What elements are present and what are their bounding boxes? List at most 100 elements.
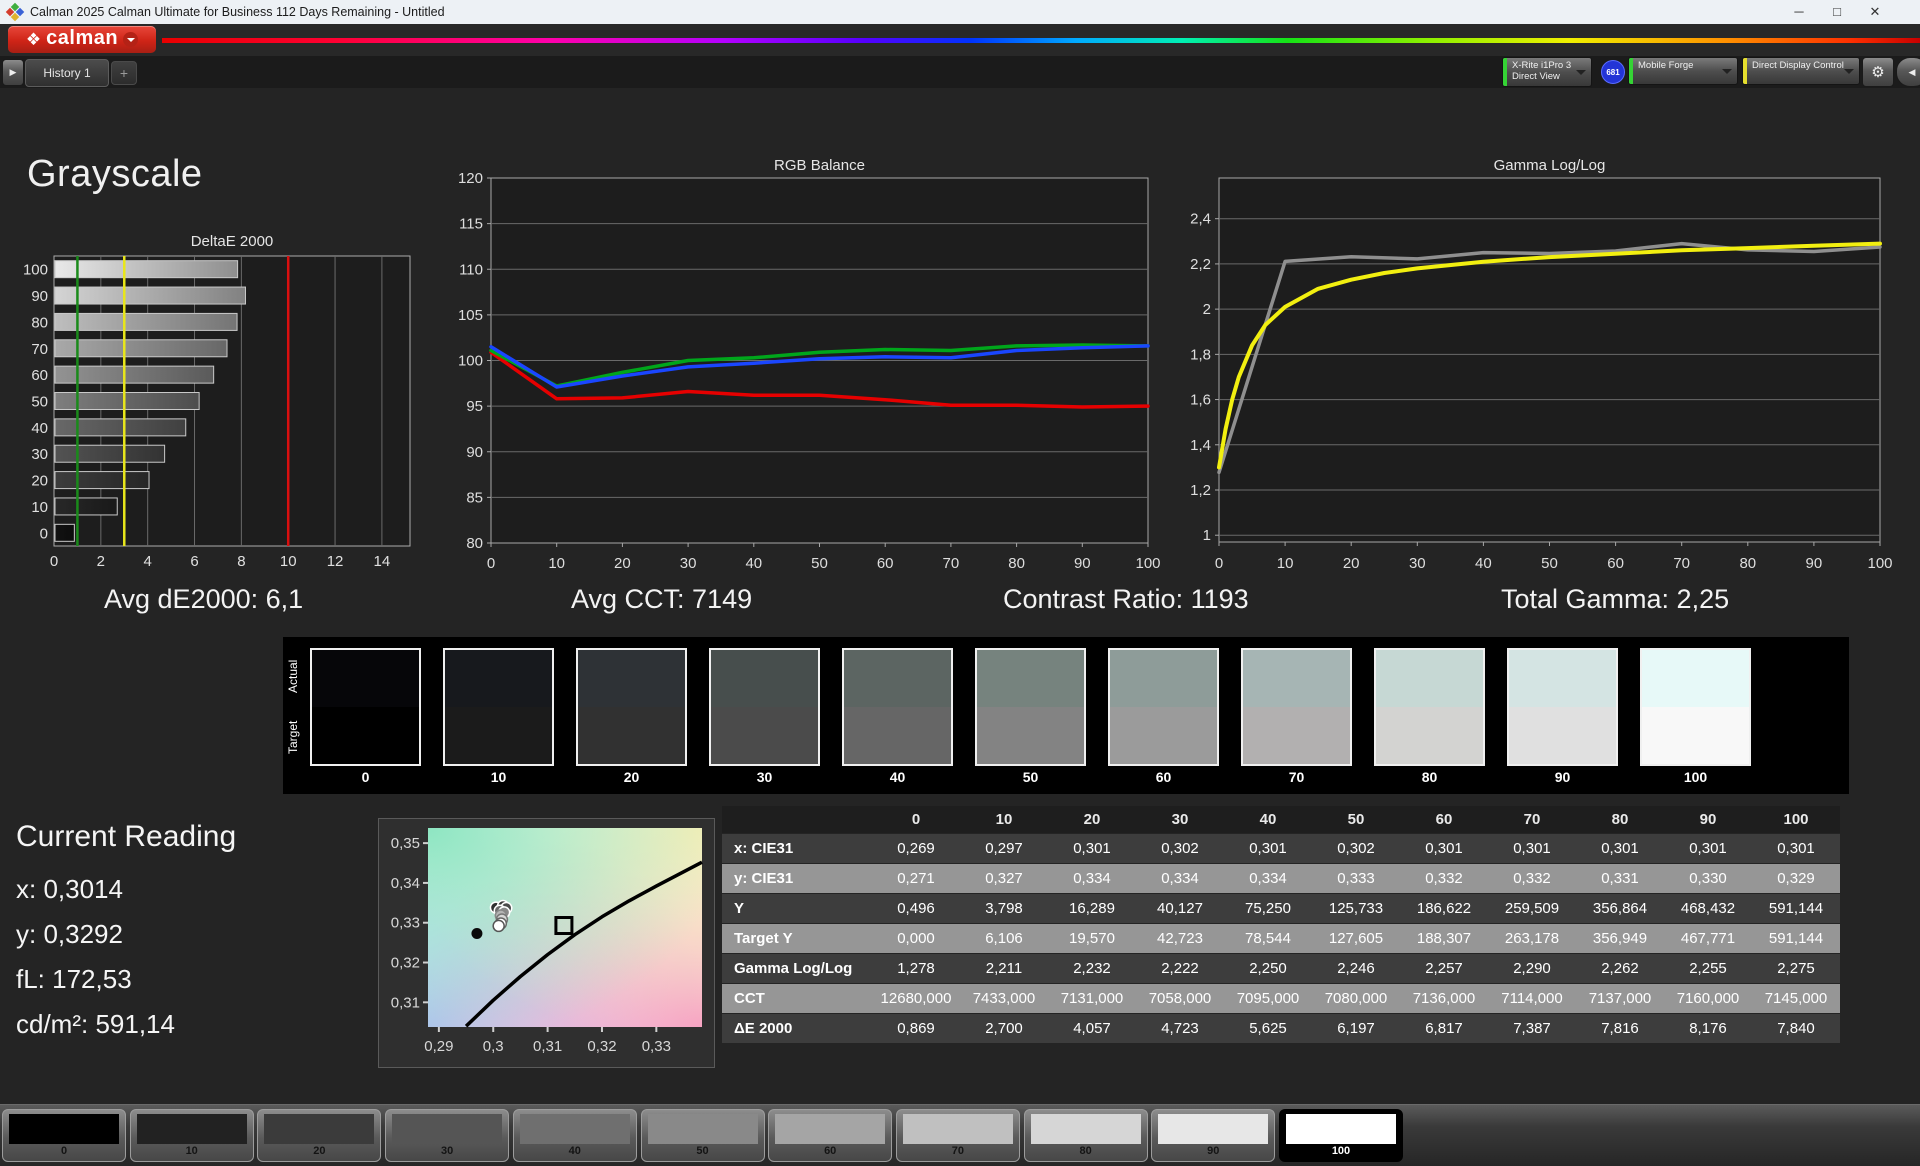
table-cell: 2,255 <box>1689 960 1727 977</box>
pattern-button-60[interactable]: 60 <box>768 1109 893 1162</box>
chart-text: DeltaE 2000 <box>191 233 274 250</box>
pattern-button-100[interactable]: 100 <box>1279 1109 1403 1162</box>
chart-text: 50 <box>1541 555 1558 572</box>
table-cell: 0,302 <box>1337 840 1375 857</box>
pattern-button-70[interactable]: 70 <box>895 1109 1020 1162</box>
table-column-header: 10 <box>995 811 1013 828</box>
chart-text: 0,31 <box>533 1038 562 1055</box>
swatch-target <box>1642 707 1749 764</box>
swatch-target <box>977 707 1084 764</box>
swatch-actual <box>977 650 1084 707</box>
maximize-button[interactable]: □ <box>1820 0 1854 24</box>
deltae-bar-20 <box>54 471 150 490</box>
swatch-level-label: 0 <box>361 769 370 785</box>
calman-logo-menu[interactable]: ❖ calman <box>8 26 156 53</box>
chart-text: 90 <box>31 288 48 305</box>
calman-app-window: Calman 2025 Calman Ultimate for Business… <box>0 0 1920 1166</box>
add-tab-button[interactable]: + <box>111 61 137 85</box>
display-control-name: Direct Display Control <box>1752 60 1844 71</box>
table-cell: 0,329 <box>1777 870 1815 887</box>
table-cell: 2,211 <box>985 960 1023 977</box>
swatch-target <box>312 707 419 764</box>
pattern-button-80[interactable]: 80 <box>1023 1109 1148 1162</box>
pattern-button-0[interactable]: 0 <box>2 1109 126 1162</box>
table-cell: 7137,000 <box>1588 990 1652 1007</box>
table-cell: 7145,000 <box>1764 990 1828 1007</box>
chart-text: 0,35 <box>391 835 420 852</box>
swatch-row-label-actual: Actual <box>286 659 300 694</box>
chart-text: 20 <box>1343 555 1360 572</box>
page-title: Grayscale <box>27 153 203 195</box>
swatch-70 <box>1241 648 1352 766</box>
table-column-header: 0 <box>911 811 921 828</box>
chart-text: 10 <box>31 499 48 516</box>
meter-count-badge: 681 <box>1601 60 1625 84</box>
table-cell: 7136,000 <box>1412 990 1476 1007</box>
tab-toolbar: ▶ History 1 + X-Rite i1Pro 3 Direct View… <box>0 56 1920 88</box>
swatch-40 <box>842 648 953 766</box>
deltae-bar-70 <box>54 339 228 358</box>
table-row: Y 0,496 3,798 16,289 40,127 75,250 125,733 186,… <box>722 894 1840 923</box>
chart-text: 1,2 <box>1190 482 1211 499</box>
meter-name: X-Rite i1Pro 3 <box>1512 60 1572 71</box>
minimize-button[interactable]: ─ <box>1782 0 1816 24</box>
chart-text: 0,32 <box>587 1038 616 1055</box>
app-brand-bar: ❖ calman <box>0 24 1920 56</box>
close-button[interactable]: ✕ <box>1858 0 1892 24</box>
source-name: Mobile Forge <box>1638 60 1694 71</box>
swatch-20 <box>576 648 687 766</box>
tab-history-1[interactable]: History 1 <box>25 59 109 87</box>
pattern-button-10[interactable]: 10 <box>129 1109 254 1162</box>
table-cell: 2,257 <box>1425 960 1463 977</box>
display-control-dropdown[interactable]: Direct Display Control <box>1742 57 1860 85</box>
chart-text: 100 <box>458 353 483 370</box>
chevron-down-icon <box>1844 69 1854 79</box>
current-reading-fl: fL: 172,53 <box>16 964 132 994</box>
table-cell: 0,332 <box>1513 870 1551 887</box>
current-reading-title: Current Reading <box>16 820 237 853</box>
table-cell: 259,509 <box>1504 900 1560 917</box>
pattern-button-20[interactable]: 20 <box>257 1109 382 1162</box>
chart-text: 110 <box>459 261 483 278</box>
table-cell: 1,278 <box>897 960 935 977</box>
app-icon <box>5 2 25 22</box>
chart-text: 30 <box>680 555 697 572</box>
gear-icon[interactable]: ⚙ <box>1862 57 1894 87</box>
pattern-chip <box>1030 1114 1141 1144</box>
deltae-bar-40 <box>54 418 187 437</box>
pattern-chip <box>136 1114 247 1144</box>
pattern-chip <box>1286 1114 1396 1144</box>
table-cell: 7114,000 <box>1501 990 1563 1007</box>
swatch-level-label: 20 <box>623 769 640 785</box>
table-cell: 7433,000 <box>972 990 1036 1007</box>
pattern-button-50[interactable]: 50 <box>640 1109 765 1162</box>
table-cell: 7131,000 <box>1060 990 1124 1007</box>
pattern-label: 40 <box>568 1145 581 1157</box>
pattern-chip <box>647 1114 758 1144</box>
measured-point <box>471 927 483 939</box>
display-status-accent <box>1743 58 1747 84</box>
swatch-level-label: 70 <box>1288 769 1305 785</box>
expand-tabs-button[interactable]: ▶ <box>2 59 24 86</box>
meter-dropdown[interactable]: X-Rite i1Pro 3 Direct View <box>1502 57 1592 87</box>
collapse-panel-button[interactable]: ◀ <box>1896 57 1920 87</box>
chart-text: 70 <box>943 555 960 572</box>
table-cell: 2,275 <box>1777 960 1815 977</box>
pattern-button-30[interactable]: 30 <box>385 1109 510 1162</box>
swatch-level-label: 50 <box>1022 769 1039 785</box>
pattern-button-40[interactable]: 40 <box>512 1109 637 1162</box>
table-cell: 2,290 <box>1513 960 1551 977</box>
table-column-header: 80 <box>1611 811 1629 828</box>
deltae-bar-100 <box>54 260 239 279</box>
swatch-target <box>1110 707 1217 764</box>
chart-text: 6 <box>190 553 198 570</box>
pattern-button-90[interactable]: 90 <box>1151 1109 1276 1162</box>
table-cell: 4,057 <box>1073 1020 1111 1037</box>
swatch-60 <box>1108 648 1219 766</box>
window-title: Calman 2025 Calman Ultimate for Business… <box>30 5 445 19</box>
source-dropdown[interactable]: Mobile Forge <box>1628 57 1738 85</box>
pattern-label: 30 <box>440 1145 454 1157</box>
window-titlebar: Calman 2025 Calman Ultimate for Business… <box>0 0 1920 24</box>
swatch-level-label: 60 <box>1155 769 1172 785</box>
table-cell: 42,723 <box>1157 930 1203 947</box>
